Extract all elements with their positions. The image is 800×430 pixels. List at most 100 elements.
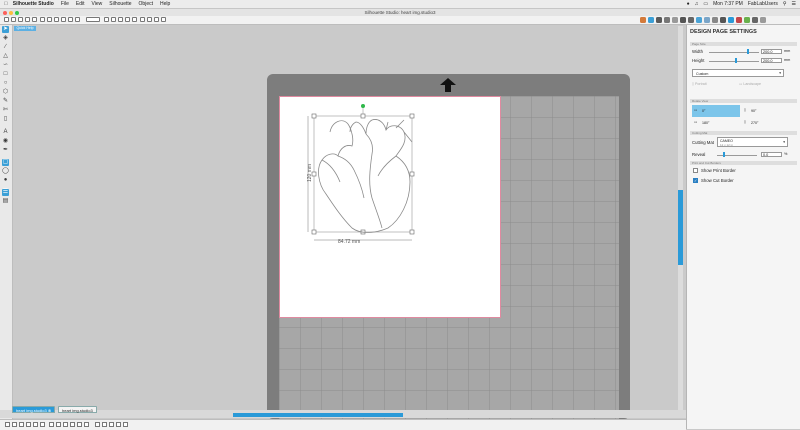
ellipse-tool-icon[interactable]: ○ xyxy=(2,80,9,87)
layers-icon[interactable]: ☰ xyxy=(2,189,9,196)
polygon-shape-icon[interactable]: ⬡ xyxy=(2,89,9,96)
close-tab-icon[interactable]: ⊗ xyxy=(48,408,51,413)
quick-help-badge[interactable]: Quick Help xyxy=(14,26,36,31)
design-settings-icon[interactable] xyxy=(640,17,646,23)
weld-icon[interactable] xyxy=(77,422,82,427)
portrait-option[interactable]: ▯ Portrait xyxy=(692,82,740,94)
battery-icon[interactable]: ▭ xyxy=(703,1,708,7)
zoom-icon[interactable] xyxy=(15,10,19,15)
reveal-slider-thumb[interactable] xyxy=(723,152,725,157)
show-cut-border-checkbox[interactable]: ✓ xyxy=(693,178,698,183)
doc-tab-active[interactable]: heart img.studio3 ⊗ xyxy=(12,406,56,413)
polygon-tool-icon[interactable]: △ xyxy=(2,53,9,60)
send-tab-icon[interactable] xyxy=(760,17,766,23)
align-icon[interactable] xyxy=(161,17,166,22)
vertical-scroll-thumb[interactable] xyxy=(678,190,683,265)
apple-icon[interactable]:  xyxy=(4,1,8,7)
zoom-select-icon[interactable] xyxy=(132,17,137,22)
user-name[interactable]: FabLabUsers xyxy=(748,1,778,7)
print-cut-icon[interactable] xyxy=(32,17,37,22)
menu-silhouette[interactable]: Silhouette xyxy=(109,1,131,7)
menu-help[interactable]: Help xyxy=(160,1,170,7)
page-setup-icon[interactable] xyxy=(648,17,654,23)
volume-icon[interactable]: ♫ xyxy=(695,1,699,7)
reveal-input[interactable]: 0.0 xyxy=(761,152,782,157)
align-right-icon[interactable] xyxy=(70,422,75,427)
landscape-option[interactable]: ▭ Landscape xyxy=(739,82,787,94)
select-tool-icon[interactable]: ➤ xyxy=(2,26,9,33)
heart-image-selection[interactable]: 84.72 mm 120 mm xyxy=(300,102,430,247)
rotate-handle[interactable] xyxy=(361,104,365,108)
rotate-0-option[interactable]: ▭ 0° xyxy=(692,105,740,117)
zoom-out-icon[interactable] xyxy=(118,17,123,22)
ungroup-icon[interactable] xyxy=(147,17,152,22)
store-view-icon[interactable]: ● xyxy=(2,177,9,184)
curve-tool-icon[interactable]: ∽ xyxy=(2,62,9,69)
rotate-90-option[interactable]: ▯ 90° xyxy=(742,105,790,117)
rotate-180-option[interactable]: ▭ 180° xyxy=(692,117,740,129)
replicate-icon[interactable] xyxy=(680,17,686,23)
mirror-icon[interactable] xyxy=(33,422,38,427)
clock[interactable]: Mon 7:37 PM xyxy=(713,1,743,7)
transform-icon[interactable] xyxy=(696,17,702,23)
wifi-icon[interactable]: ● xyxy=(687,1,690,7)
modify-icon[interactable] xyxy=(688,17,694,23)
fill-icon[interactable] xyxy=(656,17,662,23)
offset-tool-icon[interactable] xyxy=(84,422,89,427)
pencil-tool-icon[interactable]: ✎ xyxy=(2,98,9,105)
rotate-270-option[interactable]: ▯ 270° xyxy=(742,117,790,129)
fill-bucket-icon[interactable]: ◉ xyxy=(2,138,9,145)
library-toggle-icon[interactable] xyxy=(744,17,750,23)
cut-icon[interactable] xyxy=(54,17,59,22)
undo-icon[interactable] xyxy=(86,17,100,22)
horizontal-scroll-thumb[interactable] xyxy=(233,413,403,417)
delete-icon[interactable] xyxy=(12,422,17,427)
ungroup-bottom-icon[interactable] xyxy=(116,422,121,427)
width-input[interactable]: 200.0 xyxy=(761,49,782,54)
scissors-icon[interactable] xyxy=(75,17,80,22)
design-view-icon[interactable]: ▢ xyxy=(2,159,9,166)
eyedropper-icon[interactable]: ✒ xyxy=(2,147,9,154)
width-slider[interactable] xyxy=(709,52,759,53)
new-icon[interactable] xyxy=(4,17,9,22)
library-icon[interactable] xyxy=(40,17,45,22)
text-style-icon[interactable] xyxy=(672,17,678,23)
zoom-fit-icon[interactable] xyxy=(125,17,130,22)
edit-points-icon[interactable]: ◈ xyxy=(2,35,9,42)
minimize-icon[interactable] xyxy=(9,10,13,15)
release-compound-icon[interactable] xyxy=(102,422,107,427)
text-tool-icon[interactable]: A xyxy=(2,129,9,136)
flip-icon[interactable] xyxy=(40,422,45,427)
knife-tool-icon[interactable]: ✄ xyxy=(2,107,9,114)
menu-file[interactable]: File xyxy=(61,1,69,7)
store-bag-icon[interactable] xyxy=(736,17,742,23)
compound-path-icon[interactable] xyxy=(95,422,100,427)
line-tool-icon[interactable]: ∕ xyxy=(2,44,9,51)
height-slider[interactable] xyxy=(709,61,759,62)
duplicate-icon[interactable] xyxy=(5,422,10,427)
copy-icon[interactable] xyxy=(61,17,66,22)
arrange-icon[interactable] xyxy=(154,17,159,22)
height-slider-thumb[interactable] xyxy=(735,58,737,63)
eraser-tool-icon[interactable]: ▯ xyxy=(2,116,9,123)
align-center-icon[interactable] xyxy=(63,422,68,427)
doc-tab[interactable]: heart img.studio3 xyxy=(58,406,97,413)
menu-object[interactable]: Object xyxy=(139,1,153,7)
menu-edit[interactable]: Edit xyxy=(76,1,85,7)
selection-handles[interactable] xyxy=(311,113,415,235)
send-icon[interactable] xyxy=(728,17,734,23)
group-bottom-icon[interactable] xyxy=(109,422,114,427)
store-icon[interactable] xyxy=(47,17,52,22)
height-input[interactable]: 200.0 xyxy=(761,58,782,63)
offset-icon[interactable] xyxy=(704,17,710,23)
deselect-icon[interactable] xyxy=(26,422,31,427)
group-icon[interactable] xyxy=(140,17,145,22)
cutting-mat-dropdown[interactable]: CAMEO 12 x 12 in ▾ xyxy=(717,137,788,147)
pan-icon[interactable] xyxy=(104,17,109,22)
page-size-dropdown[interactable]: Custom ▾ xyxy=(692,69,784,77)
open-icon[interactable] xyxy=(11,17,16,22)
list-icon[interactable]: ☰ xyxy=(792,1,796,7)
save-icon[interactable] xyxy=(18,17,23,22)
search-icon[interactable]: ⚲ xyxy=(783,1,787,7)
trace-icon[interactable] xyxy=(712,17,718,23)
